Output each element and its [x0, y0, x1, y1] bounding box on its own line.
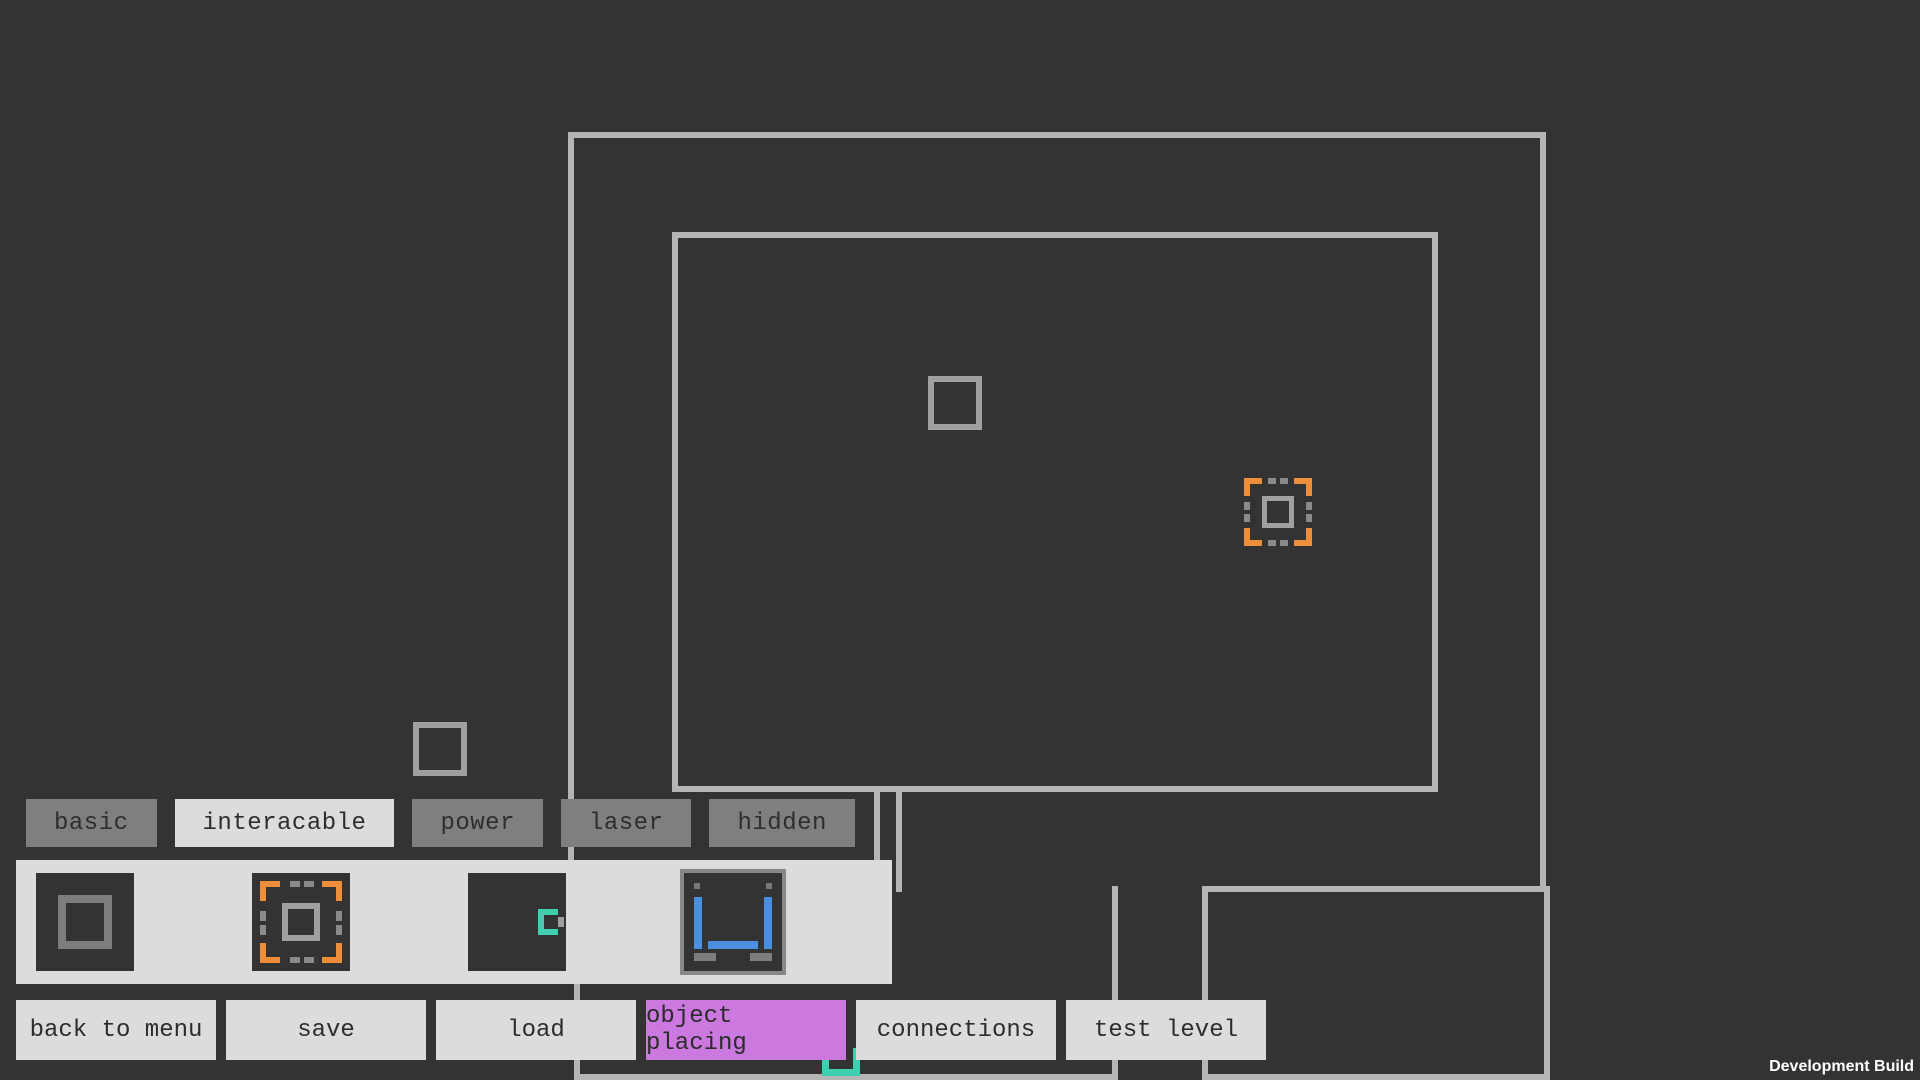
- save-button[interactable]: save: [226, 1000, 426, 1060]
- test-level-button[interactable]: test level: [1066, 1000, 1266, 1060]
- tab-hidden[interactable]: hidden: [709, 799, 854, 847]
- tab-power[interactable]: power: [412, 799, 543, 847]
- load-button[interactable]: load: [436, 1000, 636, 1060]
- tab-basic[interactable]: basic: [26, 799, 157, 847]
- box-icon: [58, 895, 112, 949]
- goal-icon: [260, 881, 342, 963]
- object-placing-button[interactable]: object placing: [646, 1000, 846, 1060]
- placed-box-2[interactable]: [413, 722, 467, 776]
- palette-item-box[interactable]: [36, 873, 134, 971]
- connections-button[interactable]: connections: [856, 1000, 1056, 1060]
- teal-half-icon: [538, 909, 558, 935]
- placed-box-1[interactable]: [928, 376, 982, 430]
- blue-bucket-icon: [694, 883, 772, 961]
- action-bar: back to menu save load object placing co…: [16, 1000, 1266, 1060]
- dev-build-label: Development Build: [1769, 1058, 1914, 1076]
- placed-goal[interactable]: [1244, 478, 1312, 546]
- tab-laser[interactable]: laser: [561, 799, 692, 847]
- palette-item-goal[interactable]: [252, 873, 350, 971]
- wall-inner-room: [672, 232, 1438, 792]
- object-palette: [16, 860, 892, 984]
- palette-item-blue[interactable]: [684, 873, 782, 971]
- category-tabs: basic interacable power laser hidden: [26, 799, 855, 847]
- back-to-menu-button[interactable]: back to menu: [16, 1000, 216, 1060]
- tab-interacable[interactable]: interacable: [175, 799, 395, 847]
- palette-item-teal[interactable]: [468, 873, 566, 971]
